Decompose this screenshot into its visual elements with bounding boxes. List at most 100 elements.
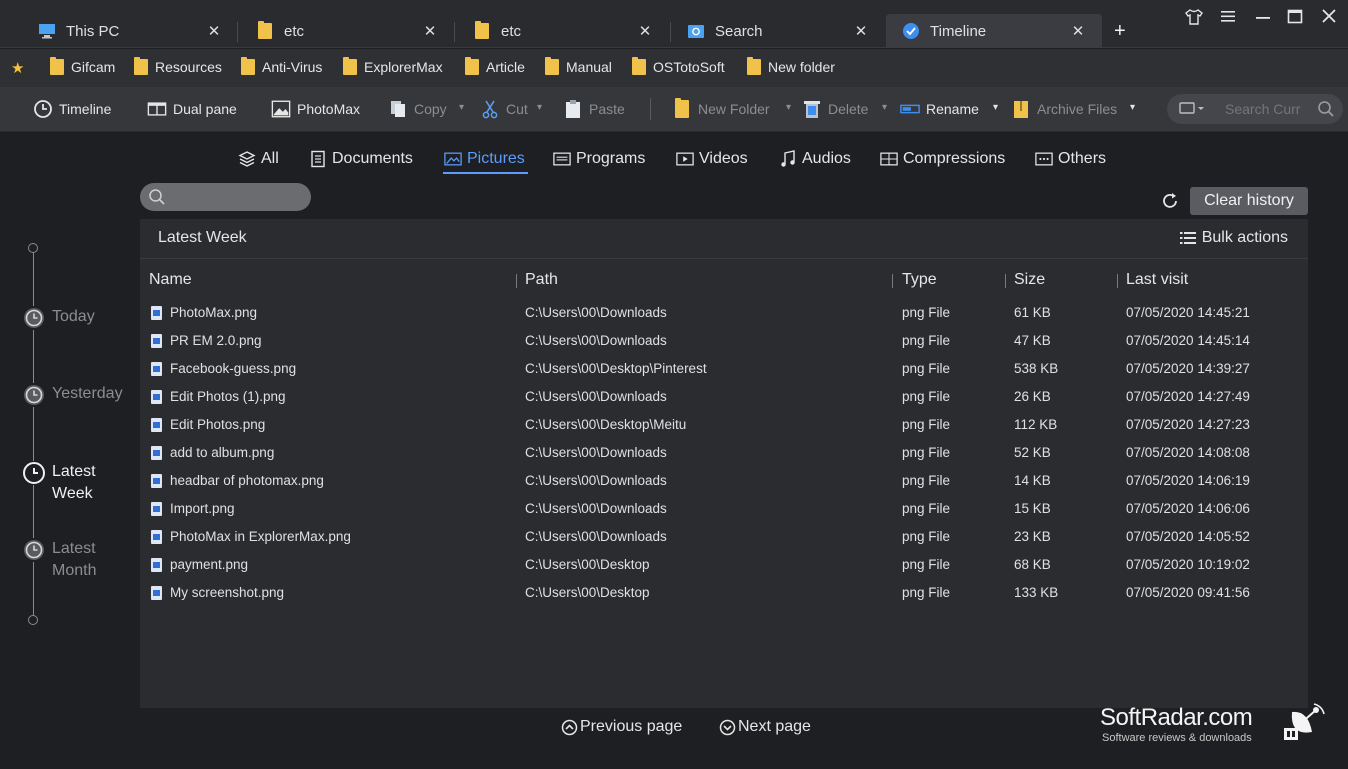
timeline-item-latest-month[interactable]: Latest Month xyxy=(22,538,96,582)
search-icon[interactable] xyxy=(1317,100,1335,121)
column-resize-handle[interactable] xyxy=(892,274,893,288)
column-header-path[interactable]: Path xyxy=(525,271,558,289)
program-icon xyxy=(553,150,571,168)
file-name: add to album.png xyxy=(170,445,275,460)
maximize-icon[interactable] xyxy=(1284,8,1306,29)
column-header-name[interactable]: Name xyxy=(149,271,192,289)
tab-search[interactable]: Search ✕ xyxy=(687,14,869,48)
timeline-item-yesterday[interactable]: Yesterday xyxy=(22,383,123,407)
column-resize-handle[interactable] xyxy=(1005,274,1006,288)
refresh-icon[interactable] xyxy=(1160,191,1180,214)
favorite-gifcam[interactable]: Gifcam xyxy=(50,57,115,75)
favorite-manual[interactable]: Manual xyxy=(545,57,612,75)
copy-button[interactable]: Copy xyxy=(388,99,447,119)
bulk-actions-button[interactable]: Bulk actions xyxy=(1179,229,1288,247)
table-row[interactable]: Facebook-guess.png C:\Users\00\Desktop\Pi… xyxy=(140,356,1308,384)
shirt-icon[interactable] xyxy=(1183,8,1205,31)
category-programs[interactable]: Programs xyxy=(553,150,645,168)
next-page-button[interactable]: Next page xyxy=(719,718,811,736)
png-file-icon xyxy=(151,557,162,572)
paste-button[interactable]: Paste xyxy=(563,99,625,119)
cell-size: 133 KB xyxy=(1014,585,1059,600)
png-file-icon xyxy=(151,361,162,376)
category-compressions[interactable]: Compressions xyxy=(880,150,1005,168)
favorite-ostotosoft[interactable]: OSTotoSoft xyxy=(632,57,725,75)
table-row[interactable]: PhotoMax in ExplorerMax.png C:\Users\00\D… xyxy=(140,524,1308,552)
category-documents[interactable]: Documents xyxy=(309,150,413,168)
tab-this-pc[interactable]: This PC ✕ xyxy=(38,14,222,48)
table-row[interactable]: PhotoMax.png C:\Users\00\Downloads png Fil… xyxy=(140,300,1308,328)
category-all[interactable]: All xyxy=(238,150,279,168)
new-tab-button[interactable]: + xyxy=(1114,20,1126,43)
filter-input[interactable] xyxy=(172,188,302,206)
close-icon[interactable]: ✕ xyxy=(206,22,222,40)
chevron-down-icon[interactable]: ▾ xyxy=(459,102,464,113)
new-folder-button[interactable]: New Folder xyxy=(672,98,770,119)
close-icon[interactable]: ✕ xyxy=(853,22,869,40)
folder-icon xyxy=(134,57,148,75)
favorite-explorermax[interactable]: ExplorerMax xyxy=(343,57,443,75)
column-header-size[interactable]: Size xyxy=(1014,271,1045,289)
timeline-item-today[interactable]: Today xyxy=(22,306,95,330)
dual-pane-button[interactable]: Dual pane xyxy=(147,99,237,119)
photomax-button[interactable]: PhotoMax xyxy=(271,99,360,119)
close-icon[interactable]: ✕ xyxy=(1070,22,1086,40)
chevron-down-icon[interactable]: ▾ xyxy=(537,102,542,113)
favorite-anti-virus[interactable]: Anti-Virus xyxy=(241,57,322,75)
delete-button[interactable]: Delete xyxy=(802,99,868,119)
table-row[interactable]: Import.png C:\Users\00\Downloads png File 1… xyxy=(140,496,1308,524)
timeline-item-latest-week[interactable]: Latest Week xyxy=(22,461,96,505)
chevron-up-icon xyxy=(561,719,578,736)
folder-icon xyxy=(632,57,646,75)
cut-button[interactable]: Cut xyxy=(480,99,528,119)
tab-etc-2[interactable]: etc ✕ xyxy=(473,14,653,48)
table-row[interactable]: Edit Photos.png C:\Users\00\Desktop\Meitu… xyxy=(140,412,1308,440)
minimize-icon[interactable] xyxy=(1252,8,1274,29)
favorite-resources[interactable]: Resources xyxy=(134,57,222,75)
chevron-down-icon[interactable]: ▾ xyxy=(1130,102,1135,113)
table-row[interactable]: My screenshot.png C:\Users\00\Desktop png … xyxy=(140,580,1308,608)
table-row[interactable]: add to album.png C:\Users\00\Downloads png… xyxy=(140,440,1308,468)
drive-icon[interactable] xyxy=(1179,100,1207,119)
category-audios[interactable]: Audios xyxy=(779,150,851,168)
menu-icon[interactable] xyxy=(1217,8,1239,29)
clear-history-button[interactable]: Clear history xyxy=(1190,187,1308,215)
category-others[interactable]: Others xyxy=(1035,150,1106,168)
tab-timeline[interactable]: Timeline ✕ xyxy=(886,14,1102,48)
watermark-subtitle: Software reviews & downloads xyxy=(1102,732,1252,744)
timeline-button[interactable]: Timeline xyxy=(33,99,111,119)
column-header-last-visit[interactable]: Last visit xyxy=(1126,271,1188,289)
cell-last-visit: 07/05/2020 10:19:02 xyxy=(1126,557,1250,572)
chevron-down-icon[interactable]: ▾ xyxy=(882,102,887,113)
cell-type: png File xyxy=(902,557,951,572)
rename-button[interactable]: Rename xyxy=(900,99,979,119)
close-icon[interactable] xyxy=(1318,8,1340,29)
table-row[interactable]: PR EM 2.0.png C:\Users\00\Downloads png Fi… xyxy=(140,328,1308,356)
category-label: Programs xyxy=(576,150,646,167)
history-filter[interactable] xyxy=(140,183,311,211)
star-icon[interactable]: ★ xyxy=(11,59,24,77)
search-input[interactable] xyxy=(1225,100,1305,118)
cell-size: 47 KB xyxy=(1014,333,1051,348)
computer-icon xyxy=(38,22,56,40)
favorite-article[interactable]: Article xyxy=(465,57,525,75)
chevron-down-icon[interactable]: ▾ xyxy=(786,102,791,113)
favorite-new-folder[interactable]: New folder xyxy=(747,57,835,75)
search-box[interactable] xyxy=(1167,94,1343,124)
close-icon[interactable]: ✕ xyxy=(422,22,438,40)
file-name: PR EM 2.0.png xyxy=(170,333,262,348)
png-file-icon xyxy=(151,417,162,432)
category-videos[interactable]: Videos xyxy=(676,150,748,168)
close-icon[interactable]: ✕ xyxy=(637,22,653,40)
column-resize-handle[interactable] xyxy=(516,274,517,288)
column-resize-handle[interactable] xyxy=(1117,274,1118,288)
category-pictures[interactable]: Pictures xyxy=(444,150,525,168)
tab-etc-1[interactable]: etc ✕ xyxy=(256,14,438,48)
table-row[interactable]: headbar of photomax.png C:\Users\00\Downl… xyxy=(140,468,1308,496)
archive-files-button[interactable]: Archive Files xyxy=(1011,99,1117,119)
chevron-down-icon[interactable]: ▾ xyxy=(993,102,998,113)
table-row[interactable]: payment.png C:\Users\00\Desktop png File 68… xyxy=(140,552,1308,580)
column-header-type[interactable]: Type xyxy=(902,271,937,289)
previous-page-button[interactable]: Previous page xyxy=(561,718,682,736)
table-row[interactable]: Edit Photos (1).png C:\Users\00\Downloads… xyxy=(140,384,1308,412)
